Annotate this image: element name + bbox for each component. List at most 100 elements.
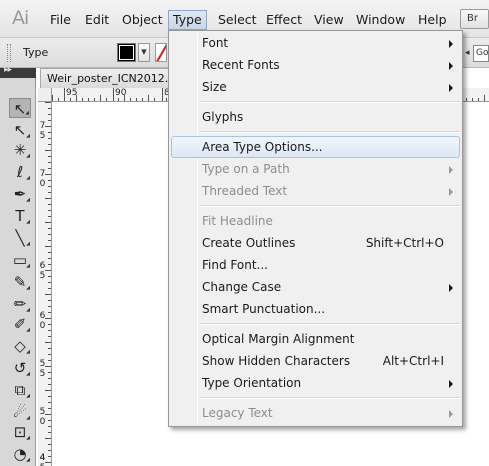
flyout-corner-icon: ◢: [26, 153, 30, 159]
ruler-tick: [48, 132, 51, 133]
menu-item-change-case[interactable]: Change Case: [171, 276, 460, 298]
ruler-tick: [48, 228, 51, 229]
menu-item-label: Size: [202, 80, 227, 94]
tools-panel-header[interactable]: ▸▸: [0, 65, 36, 78]
flyout-corner-icon: ◢: [26, 285, 30, 291]
ruler-origin[interactable]: [38, 88, 52, 102]
document-tab[interactable]: Weir_poster_ICN2012.ai: [40, 68, 170, 88]
menu-select[interactable]: Select: [214, 11, 261, 29]
menu-view[interactable]: View: [310, 11, 348, 29]
menu-item-label: Font: [202, 36, 229, 50]
menu-item-create-outlines[interactable]: Create Outlines Shift+Ctrl+O: [171, 232, 460, 254]
menu-edit[interactable]: Edit: [81, 11, 113, 29]
flyout-corner-icon: ◢: [26, 219, 30, 225]
menu-item-show-hidden-characters[interactable]: Show Hidden Characters Alt+Ctrl+I: [171, 350, 460, 372]
fill-color-swatch[interactable]: [117, 43, 136, 62]
free-transform-tool[interactable]: ⊡ ◢: [9, 422, 31, 442]
ruler-tick: [52, 95, 53, 101]
menu-item-label: Area Type Options...: [202, 140, 323, 154]
ruler-tick: [48, 264, 51, 265]
menu-item-legacy-text[interactable]: Legacy Text: [171, 402, 460, 424]
menu-item-fit-headline[interactable]: Fit Headline: [171, 210, 460, 232]
magic-wand-tool[interactable]: ✳ ◢: [9, 140, 31, 160]
flyout-corner-icon: ◢: [26, 197, 30, 203]
direct-selection-tool[interactable]: ↖ ◢: [9, 120, 31, 140]
submenu-arrow-icon: [449, 84, 453, 92]
pencil-tool[interactable]: ✏ ◢: [9, 294, 31, 314]
rotate-tool[interactable]: ↺ ◢: [9, 358, 31, 378]
paintbrush-tool[interactable]: ✎ ◢: [9, 272, 31, 292]
font-field-arrow[interactable]: ◂: [465, 45, 473, 62]
menu-help[interactable]: Help: [414, 11, 451, 29]
lasso-tool[interactable]: ℓ ◢: [9, 162, 31, 182]
bridge-button[interactable]: Br: [460, 9, 489, 29]
menu-item-threaded-text[interactable]: Threaded Text: [171, 180, 460, 202]
menu-item-label: Glyphs: [202, 110, 244, 124]
menu-item-label: Type Orientation: [202, 376, 302, 390]
menu-item-label: Recent Fonts: [202, 58, 280, 72]
eraser-tool[interactable]: ◇ ◢: [9, 336, 31, 356]
ruler-tick: [45, 438, 51, 439]
collapse-icon[interactable]: ▸▸: [4, 65, 12, 75]
pen-tool[interactable]: ✒ ◢: [9, 184, 31, 204]
menu-item-shortcut: Alt+Ctrl+I: [382, 354, 444, 368]
ruler-tick: [48, 276, 51, 277]
blob-brush-tool[interactable]: ✐ ◢: [9, 314, 31, 334]
ruler-tick: [48, 378, 51, 379]
ruler-tick: [48, 300, 51, 301]
ruler-tick: [45, 294, 51, 295]
menu-effect[interactable]: Effect: [262, 11, 306, 29]
menu-item-label: Legacy Text: [202, 406, 273, 420]
menu-item-smart-punctuation[interactable]: Smart Punctuation...: [171, 298, 460, 320]
ruler-label: 0: [39, 179, 46, 189]
rectangle-tool[interactable]: ▭ ◢: [9, 250, 31, 270]
flyout-corner-icon: ◢: [25, 110, 29, 116]
selection-tool[interactable]: ↖ ◢: [9, 98, 31, 118]
flyout-corner-icon: ◢: [26, 415, 30, 421]
menu-item-optical-margin-alignment[interactable]: Optical Margin Alignment: [171, 328, 460, 350]
font-family-field[interactable]: Go: [473, 45, 489, 62]
ruler-label: 6: [39, 311, 46, 321]
fill-dropdown-arrow[interactable]: ▼: [138, 43, 150, 62]
menu-separator: [200, 323, 460, 325]
stroke-color-swatch[interactable]: [155, 43, 167, 62]
control-bar-grip[interactable]: [7, 44, 11, 62]
menu-item-recent-fonts[interactable]: Recent Fonts: [171, 54, 460, 76]
ruler-label: 90: [115, 88, 127, 98]
ruler-tick: [48, 252, 51, 253]
ruler-tick: [472, 98, 473, 101]
menu-item-size[interactable]: Size: [171, 76, 460, 98]
ruler-tick: [45, 246, 51, 247]
vertical-ruler[interactable]: 757065605550454: [38, 102, 52, 466]
line-segment-tool[interactable]: ╲ ◢: [9, 228, 31, 248]
ruler-tick: [48, 402, 51, 403]
menu-type[interactable]: Type: [168, 10, 207, 30]
menu-item-type-on-a-path[interactable]: Type on a Path: [171, 158, 460, 180]
ruler-tick: [166, 98, 167, 101]
illustrator-logo: Ai: [12, 7, 29, 29]
type-tool[interactable]: T ◢: [9, 206, 31, 226]
flyout-corner-icon: ◢: [26, 175, 30, 181]
ruler-label: 6: [39, 261, 46, 271]
warp-tool[interactable]: ☄ ◢: [9, 402, 31, 422]
menu-item-font[interactable]: Font: [171, 32, 460, 54]
menu-window[interactable]: Window: [352, 11, 409, 29]
menu-object[interactable]: Object: [118, 11, 167, 29]
ruler-tick: [64, 88, 65, 101]
menu-separator: [200, 205, 460, 207]
submenu-arrow-icon: [449, 410, 453, 418]
menu-item-glyphs[interactable]: Glyphs: [171, 106, 460, 128]
ruler-tick: [48, 216, 51, 217]
ruler-tick: [118, 98, 119, 101]
ruler-tick: [48, 282, 51, 283]
menu-item-label: Smart Punctuation...: [202, 302, 326, 316]
menu-item-find-font[interactable]: Find Font...: [171, 254, 460, 276]
menu-item-type-orientation[interactable]: Type Orientation: [171, 372, 460, 394]
ruler-tick: [48, 210, 51, 211]
shape-builder-tool[interactable]: ◔ ◢: [9, 444, 31, 464]
scale-tool[interactable]: ⧉ ◢: [9, 380, 31, 400]
menu-file[interactable]: File: [46, 11, 75, 29]
tools-panel: ↖ ◢ ↖ ◢ ✳ ◢ ℓ ◢ ✒ ◢ T ◢ ╲ ◢ ▭ ◢ ✎ ◢ ✏ ◢ ✐ ◢ ◇ ◢ ↺ ◢ ⧉ ◢ ☄ ◢ ⊡ ◢ ◔ ◢: [0, 78, 36, 466]
menu-item-area-type-options[interactable]: Area Type Options...: [171, 136, 460, 158]
ruler-label: 7: [39, 169, 46, 179]
